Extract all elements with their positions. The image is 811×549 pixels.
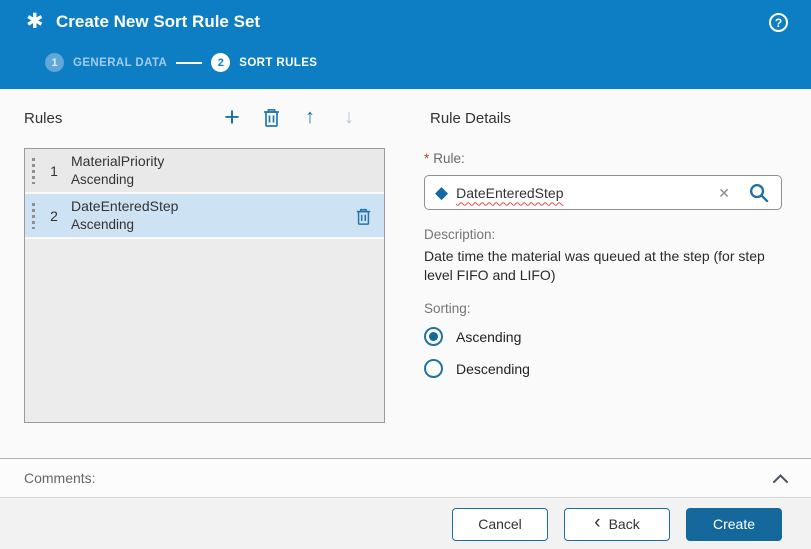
trash-icon xyxy=(263,108,279,127)
create-sort-rule-set-dialog: ✱ Create New Sort Rule Set ? 1 GENERAL D… xyxy=(0,0,811,549)
radio-ascending-circle xyxy=(424,327,443,346)
description-label: Description: xyxy=(424,227,496,242)
drag-handle-icon[interactable] xyxy=(32,157,35,184)
radio-ascending-label: Ascending xyxy=(456,328,522,345)
sorting-label: Sorting: xyxy=(424,301,471,316)
radio-descending[interactable]: Descending xyxy=(424,359,530,378)
dialog-footer: Cancel ‹ Back Create xyxy=(0,499,811,549)
rule-type-diamond-icon: ◆ xyxy=(435,183,449,202)
step-general-data[interactable]: 1 GENERAL DATA xyxy=(45,53,167,72)
sorting-radio-group: Ascending Descending xyxy=(424,327,530,378)
dialog-title: Create New Sort Rule Set xyxy=(56,12,261,31)
back-button-label: Back xyxy=(608,516,640,532)
rule-row-index: 1 xyxy=(50,162,58,179)
rule-row-1[interactable]: 1 MaterialPriority Ascending xyxy=(25,149,384,194)
rule-row-name: DateEnteredStep xyxy=(71,198,179,214)
step-sort-rules[interactable]: 2 SORT RULES xyxy=(211,53,317,72)
drag-handle-icon[interactable] xyxy=(32,202,35,229)
add-rule-button[interactable]: + xyxy=(220,104,244,131)
move-down-button[interactable]: ↓ xyxy=(337,104,361,130)
rule-row-sort: Ascending xyxy=(71,217,135,232)
rule-details-title: Rule Details xyxy=(430,110,511,127)
help-icon[interactable]: ? xyxy=(769,13,788,32)
back-button[interactable]: ‹ Back xyxy=(564,507,670,541)
comments-label: Comments: xyxy=(24,470,96,486)
asterisk-icon: ✱ xyxy=(26,10,44,33)
required-asterisk: * xyxy=(424,151,430,166)
delete-rule-button[interactable] xyxy=(259,104,283,130)
rule-row-sort: Ascending xyxy=(71,172,135,187)
rules-list: 1 MaterialPriority Ascending 2 DateEnter… xyxy=(24,148,385,423)
chevron-left-icon: ‹ xyxy=(594,512,601,533)
radio-descending-label: Descending xyxy=(456,360,530,377)
trash-icon xyxy=(356,208,371,225)
rule-input-value: DateEnteredStep xyxy=(456,184,564,201)
rules-toolbar: + ↑ ↓ xyxy=(24,104,385,131)
step-1-circle: 1 xyxy=(45,53,64,72)
step-2-label: SORT RULES xyxy=(239,56,318,69)
move-up-button[interactable]: ↑ xyxy=(298,104,322,130)
description-text: Date time the material was queued at the… xyxy=(424,248,765,283)
search-icon[interactable] xyxy=(748,182,769,203)
chevron-up-icon[interactable] xyxy=(772,473,789,484)
help-glyph: ? xyxy=(774,15,783,30)
stepper: 1 GENERAL DATA 2 SORT RULES xyxy=(45,53,317,72)
clear-icon[interactable]: ✕ xyxy=(718,186,730,200)
step-1-label: GENERAL DATA xyxy=(73,56,168,69)
rule-row-index: 2 xyxy=(50,207,58,224)
delete-row-button[interactable] xyxy=(355,207,372,229)
step-2-circle: 2 xyxy=(211,53,231,72)
step-connector xyxy=(176,61,203,64)
rule-field-label: * Rule: xyxy=(424,151,465,166)
radio-ascending[interactable]: Ascending xyxy=(424,327,530,346)
comments-section: Comments: xyxy=(0,458,811,498)
rule-row-name: MaterialPriority xyxy=(71,153,165,169)
dialog-header: ✱ Create New Sort Rule Set ? 1 GENERAL D… xyxy=(0,0,811,89)
create-button[interactable]: Create xyxy=(686,507,782,541)
radio-descending-circle xyxy=(424,359,443,378)
rule-row-2[interactable]: 2 DateEnteredStep Ascending xyxy=(25,194,384,239)
rule-input[interactable]: ◆ DateEnteredStep ✕ xyxy=(424,175,782,210)
cancel-button[interactable]: Cancel xyxy=(452,507,548,541)
